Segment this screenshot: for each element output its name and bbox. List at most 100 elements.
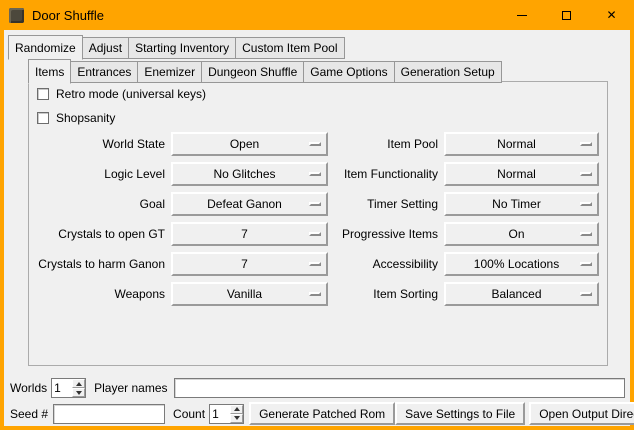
spin-down-icon [76, 391, 82, 395]
world-state-label: World State [35, 137, 165, 151]
count-label: Count [173, 407, 205, 421]
shopsanity-checkbox[interactable] [37, 112, 49, 124]
logic-level-value: No Glitches [213, 167, 285, 181]
dropdown-indicator-icon [309, 262, 321, 266]
item-pool-dropdown[interactable]: Normal [444, 132, 599, 156]
close-icon: ✕ [606, 9, 616, 21]
goal-dropdown[interactable]: Defeat Ganon [171, 192, 328, 216]
tab-game-options[interactable]: Game Options [303, 61, 394, 83]
app-window: Door Shuffle ✕ Randomize Adjust Starting… [0, 0, 634, 430]
tab-dungeon-shuffle[interactable]: Dungeon Shuffle [201, 61, 304, 83]
goal-value: Defeat Ganon [207, 197, 292, 211]
count-spinbox-input[interactable] [210, 405, 230, 423]
progressive-items-dropdown[interactable]: On [444, 222, 599, 246]
item-functionality-dropdown[interactable]: Normal [444, 162, 599, 186]
crystals-harm-ganon-label: Crystals to harm Ganon [35, 257, 165, 271]
dropdown-indicator-icon [309, 292, 321, 296]
spin-up-icon [76, 382, 82, 386]
item-sorting-label: Item Sorting [334, 287, 438, 301]
crystals-harm-ganon-dropdown[interactable]: 7 [171, 252, 328, 276]
tab-starting-inventory[interactable]: Starting Inventory [128, 37, 236, 59]
settings-grid: World State Open Item Pool Normal Logic … [35, 132, 599, 306]
generate-patched-rom-button[interactable]: Generate Patched Rom [249, 402, 395, 425]
dropdown-indicator-icon [309, 202, 321, 206]
world-state-value: Open [230, 137, 269, 151]
sub-tab-bar: Items Entrances Enemizer Dungeon Shuffle… [28, 59, 501, 83]
dropdown-indicator-icon [580, 142, 592, 146]
app-icon [9, 8, 24, 23]
crystals-open-gt-value: 7 [241, 227, 258, 241]
tab-randomize[interactable]: Randomize [8, 35, 83, 60]
weapons-dropdown[interactable]: Vanilla [171, 282, 328, 306]
minimize-icon [517, 15, 527, 16]
dropdown-indicator-icon [580, 262, 592, 266]
worlds-spin-down-button[interactable] [72, 388, 85, 397]
item-sorting-value: Balanced [491, 287, 551, 301]
tab-generation-setup[interactable]: Generation Setup [394, 61, 502, 83]
timer-setting-dropdown[interactable]: No Timer [444, 192, 599, 216]
item-functionality-label: Item Functionality [334, 167, 438, 181]
tab-adjust[interactable]: Adjust [82, 37, 129, 59]
worlds-row: Worlds Player names [10, 377, 625, 399]
dropdown-indicator-icon [309, 172, 321, 176]
count-spin-down-button[interactable] [230, 414, 243, 423]
retro-mode-checkbox[interactable] [37, 88, 49, 100]
tab-items[interactable]: Items [28, 59, 71, 84]
dropdown-indicator-icon [580, 292, 592, 296]
world-state-dropdown[interactable]: Open [171, 132, 328, 156]
item-pool-value: Normal [497, 137, 546, 151]
window-title: Door Shuffle [32, 8, 104, 23]
crystals-open-gt-label: Crystals to open GT [35, 227, 165, 241]
item-pool-label: Item Pool [334, 137, 438, 151]
accessibility-dropdown[interactable]: 100% Locations [444, 252, 599, 276]
window-content: Randomize Adjust Starting Inventory Cust… [4, 30, 630, 426]
minimize-button[interactable] [499, 0, 544, 30]
spin-up-icon [234, 407, 240, 411]
maximize-icon [562, 11, 571, 20]
accessibility-value: 100% Locations [474, 257, 569, 271]
retro-mode-row: Retro mode (universal keys) [37, 87, 206, 101]
player-names-input[interactable] [174, 378, 626, 398]
tab-enemizer[interactable]: Enemizer [137, 61, 202, 83]
items-pane: Retro mode (universal keys) Shopsanity W… [28, 81, 608, 366]
accessibility-label: Accessibility [334, 257, 438, 271]
logic-level-dropdown[interactable]: No Glitches [171, 162, 328, 186]
shopsanity-row: Shopsanity [37, 111, 115, 125]
tab-entrances[interactable]: Entrances [70, 61, 138, 83]
save-settings-button[interactable]: Save Settings to File [395, 402, 525, 425]
dropdown-indicator-icon [580, 172, 592, 176]
worlds-spinbox-input[interactable] [52, 379, 72, 397]
worlds-spin-up-button[interactable] [72, 379, 85, 388]
shopsanity-label: Shopsanity [56, 111, 115, 125]
spin-down-icon [234, 416, 240, 420]
weapons-value: Vanilla [227, 287, 272, 301]
main-tab-bar: Randomize Adjust Starting Inventory Cust… [8, 35, 344, 59]
retro-mode-label: Retro mode (universal keys) [56, 87, 206, 101]
generate-row: Seed # Count Generate Patched Rom Save S… [10, 402, 625, 425]
item-functionality-value: Normal [497, 167, 546, 181]
open-output-directory-button[interactable]: Open Output Directory [529, 402, 634, 425]
crystals-harm-ganon-value: 7 [241, 257, 258, 271]
tab-custom-item-pool[interactable]: Custom Item Pool [235, 37, 344, 59]
item-sorting-dropdown[interactable]: Balanced [444, 282, 599, 306]
crystals-open-gt-dropdown[interactable]: 7 [171, 222, 328, 246]
seed-input[interactable] [53, 404, 165, 424]
timer-setting-value: No Timer [492, 197, 551, 211]
progressive-items-label: Progressive Items [334, 227, 438, 241]
count-spin-arrows [230, 405, 243, 423]
maximize-button[interactable] [544, 0, 589, 30]
seed-label: Seed # [10, 407, 48, 421]
goal-label: Goal [35, 197, 165, 211]
progressive-items-value: On [508, 227, 534, 241]
worlds-label: Worlds [10, 381, 47, 395]
count-spinbox[interactable] [209, 404, 244, 424]
count-spin-up-button[interactable] [230, 405, 243, 414]
timer-setting-label: Timer Setting [334, 197, 438, 211]
close-button[interactable]: ✕ [589, 0, 634, 30]
logic-level-label: Logic Level [35, 167, 165, 181]
dropdown-indicator-icon [309, 232, 321, 236]
titlebar[interactable]: Door Shuffle ✕ [0, 0, 634, 30]
dropdown-indicator-icon [309, 142, 321, 146]
window-controls: ✕ [499, 0, 634, 30]
worlds-spinbox[interactable] [51, 378, 86, 398]
